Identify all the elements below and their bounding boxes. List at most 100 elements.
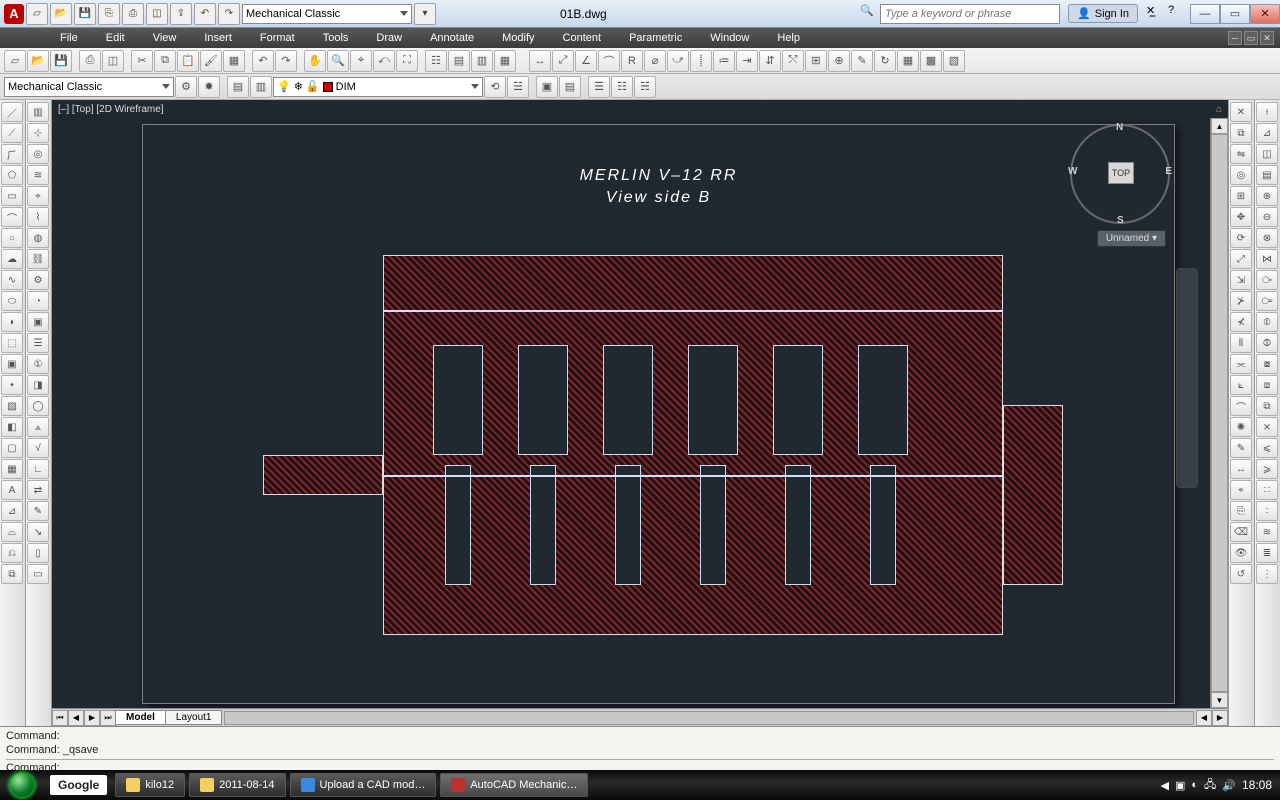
sheet-set-icon[interactable]: ▦ bbox=[494, 50, 516, 72]
menu-parametric[interactable]: Parametric bbox=[615, 30, 696, 46]
mech-datum-icon[interactable]: ▯ bbox=[27, 543, 49, 563]
addtool2-icon[interactable]: ⌓ bbox=[1, 522, 23, 542]
dim-linear-icon[interactable]: ↔ bbox=[529, 50, 551, 72]
menu-help[interactable]: Help bbox=[763, 30, 814, 46]
help-icon[interactable]: ? bbox=[1168, 4, 1190, 24]
menu-insert[interactable]: Insert bbox=[190, 30, 246, 46]
line-icon[interactable]: ／ bbox=[1, 102, 23, 122]
menu-draw[interactable]: Draw bbox=[362, 30, 416, 46]
menu-annotate[interactable]: Annotate bbox=[416, 30, 488, 46]
mech-fits-icon[interactable]: ⇄ bbox=[27, 480, 49, 500]
scale-icon[interactable]: ⤢ bbox=[1230, 249, 1252, 269]
dim-radius-icon[interactable]: R bbox=[621, 50, 643, 72]
workspace-dropdown[interactable]: Mechanical Classic bbox=[4, 77, 174, 97]
menu-file[interactable]: File bbox=[46, 30, 92, 46]
mech-bom-icon[interactable]: ☰ bbox=[27, 333, 49, 353]
layer-dropdown[interactable]: 💡 ❄ 🔓 DIM bbox=[273, 77, 483, 97]
scroll-up-icon[interactable]: ▲ bbox=[1211, 118, 1228, 134]
tray-app2-icon[interactable]: ◐ bbox=[1191, 779, 1198, 791]
viewcube-south[interactable]: S bbox=[1117, 215, 1124, 226]
tab-model[interactable]: Model bbox=[115, 710, 166, 725]
menu-format[interactable]: Format bbox=[246, 30, 309, 46]
constraint2-icon[interactable]: ▤ bbox=[559, 76, 581, 98]
explode-icon[interactable]: ✺ bbox=[1230, 417, 1252, 437]
navigation-bar[interactable] bbox=[1176, 268, 1198, 488]
dim-update-icon[interactable]: ↻ bbox=[874, 50, 896, 72]
m2-1-icon[interactable]: ⟊ bbox=[1256, 102, 1278, 122]
m2-11-icon[interactable]: ⦶ bbox=[1256, 312, 1278, 332]
move-icon[interactable]: ✥ bbox=[1230, 207, 1252, 227]
powerrecall-icon[interactable]: ↺ bbox=[1230, 564, 1252, 584]
qat-undo-icon[interactable]: ↶ bbox=[194, 3, 216, 25]
redo-icon[interactable]: ↷ bbox=[275, 50, 297, 72]
match-icon[interactable]: 🖌 bbox=[200, 50, 222, 72]
menu-edit[interactable]: Edit bbox=[92, 30, 139, 46]
mech-fcf-icon[interactable]: ▭ bbox=[27, 564, 49, 584]
scroll-right-icon[interactable]: ▶ bbox=[1212, 710, 1228, 726]
qat-plot-icon[interactable]: ⎙ bbox=[122, 3, 144, 25]
poweredit-icon[interactable]: ✎ bbox=[1230, 438, 1252, 458]
zoom-window-icon[interactable]: ⌖ bbox=[350, 50, 372, 72]
layer-group-icon[interactable]: ☱ bbox=[507, 76, 529, 98]
qat-redo-icon[interactable]: ↷ bbox=[218, 3, 240, 25]
dim-override-icon[interactable]: ▧ bbox=[943, 50, 965, 72]
new-icon[interactable]: ▱ bbox=[4, 50, 26, 72]
zoom-realtime-icon[interactable]: 🔍 bbox=[327, 50, 349, 72]
maximize-button[interactable]: ▭ bbox=[1220, 4, 1250, 24]
menu-content[interactable]: Content bbox=[549, 30, 616, 46]
exchange-icon[interactable]: ✕̲ bbox=[1146, 4, 1168, 24]
mdi-minimize-icon[interactable]: － bbox=[1228, 31, 1242, 45]
make-block-icon[interactable]: ▣ bbox=[1, 354, 23, 374]
mech-fastener-icon[interactable]: ⌖ bbox=[27, 186, 49, 206]
rectangle-icon[interactable]: ▭ bbox=[1, 186, 23, 206]
blockedit-icon[interactable]: ▦ bbox=[223, 50, 245, 72]
tab-layout1[interactable]: Layout1 bbox=[165, 710, 223, 725]
erase-icon[interactable]: ✕ bbox=[1230, 102, 1252, 122]
dim-space-icon[interactable]: ⇵ bbox=[759, 50, 781, 72]
help-search-input[interactable] bbox=[880, 4, 1060, 24]
point-icon[interactable]: • bbox=[1, 375, 23, 395]
break-icon[interactable]: ⦀ bbox=[1230, 333, 1252, 353]
powersnap-icon[interactable]: ⌖ bbox=[1230, 480, 1252, 500]
google-deskbar[interactable]: Google bbox=[50, 775, 107, 795]
center-mark-icon[interactable]: ⊕ bbox=[828, 50, 850, 72]
region-icon[interactable]: ▢ bbox=[1, 438, 23, 458]
m2-2-icon[interactable]: ⊿ bbox=[1256, 123, 1278, 143]
print-icon[interactable]: ⎙ bbox=[79, 50, 101, 72]
ellipse-arc-icon[interactable]: ◗ bbox=[1, 312, 23, 332]
fillet-icon[interactable]: ⌒ bbox=[1230, 396, 1252, 416]
array-icon[interactable]: ⊞ bbox=[1230, 186, 1252, 206]
ellipse-icon[interactable]: ⬭ bbox=[1, 291, 23, 311]
zoom-prev-icon[interactable]: ⤺ bbox=[373, 50, 395, 72]
addtool4-icon[interactable]: ⧉ bbox=[1, 564, 23, 584]
m2-3-icon[interactable]: ◫ bbox=[1256, 144, 1278, 164]
ucs-dropdown[interactable]: Unnamed ▾ bbox=[1097, 230, 1166, 247]
m2-22-icon[interactable]: ≣ bbox=[1256, 543, 1278, 563]
hatch-icon[interactable]: ▨ bbox=[1, 396, 23, 416]
stretch-icon[interactable]: ⇲ bbox=[1230, 270, 1252, 290]
workspace-settings-icon[interactable]: ⚙ bbox=[175, 76, 197, 98]
dim-baseline-icon[interactable]: ≔ bbox=[713, 50, 735, 72]
view-mgr-icon[interactable]: ☰ bbox=[588, 76, 610, 98]
dim-ordinate-icon[interactable]: ⸽ bbox=[690, 50, 712, 72]
zoom-extents-icon[interactable]: ⛶ bbox=[396, 50, 418, 72]
scroll-left-icon[interactable]: ◀ bbox=[1196, 710, 1212, 726]
mech-weld-icon[interactable]: ⟑ bbox=[27, 417, 49, 437]
pan-icon[interactable]: ✋ bbox=[304, 50, 326, 72]
m2-12-icon[interactable]: ⦷ bbox=[1256, 333, 1278, 353]
workspace-dropdown-qat[interactable]: Mechanical Classic bbox=[242, 4, 412, 24]
mech-part-icon[interactable]: ▣ bbox=[27, 312, 49, 332]
mech-surf-icon[interactable]: √ bbox=[27, 438, 49, 458]
view-cube-face[interactable]: TOP bbox=[1108, 162, 1134, 184]
m2-18-icon[interactable]: ⩾ bbox=[1256, 459, 1278, 479]
vertical-scrollbar[interactable]: ▲ ▼ bbox=[1210, 118, 1228, 708]
m2-15-icon[interactable]: ⧉ bbox=[1256, 396, 1278, 416]
task-autocad[interactable]: AutoCAD Mechanic… bbox=[440, 773, 588, 797]
tray-network-icon[interactable]: 🖧 bbox=[1204, 776, 1216, 795]
m2-6-icon[interactable]: ⊖ bbox=[1256, 207, 1278, 227]
viewcube-north[interactable]: N bbox=[1116, 122, 1123, 133]
mech-note-icon[interactable]: ✎ bbox=[27, 501, 49, 521]
mdi-close-icon[interactable]: ✕ bbox=[1260, 31, 1274, 45]
qat-publish-icon[interactable]: ⇪ bbox=[170, 3, 192, 25]
m2-14-icon[interactable]: ⧈ bbox=[1256, 375, 1278, 395]
